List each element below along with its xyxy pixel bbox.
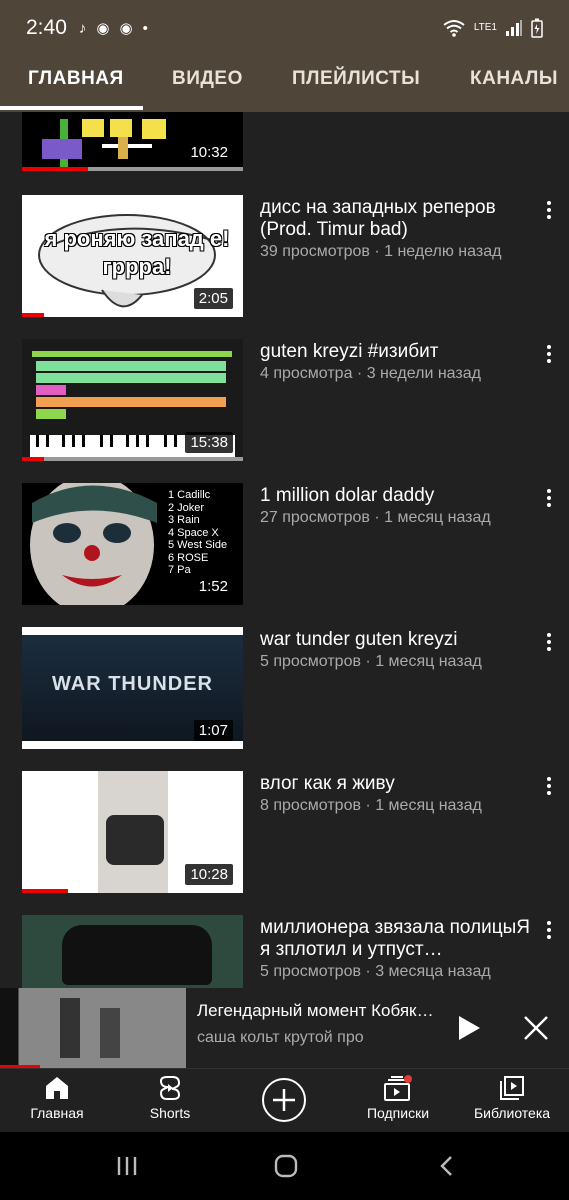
list-item[interactable]: 10:32 [0,112,569,173]
mini-player-thumbnail[interactable] [0,988,186,1068]
add-icon [262,1078,306,1122]
shorts-icon [159,1076,181,1100]
video-duration: 1:52 [193,576,233,597]
thumbnail-text: WAR THUNDER [52,673,213,695]
mini-player-title[interactable]: Легендарный момент Кобяко… [197,1001,442,1021]
nav-library[interactable]: Библиотека [457,1075,567,1121]
tab-channels[interactable]: КАНАЛЫ [470,68,558,90]
video-meta: 5 просмотров · 3 месяца назад [260,963,491,980]
nav-subscriptions[interactable]: Подписки [343,1075,453,1121]
mini-player-channel: саша кольт крутой про [197,1029,364,1046]
more-options-icon[interactable] [540,631,558,653]
video-thumbnail[interactable]: 10:32 [22,112,243,171]
home-button-icon[interactable] [273,1153,299,1179]
video-thumbnail[interactable]: 1 Cadillc 2 Joker 3 Rain 4 Space X 5 Wes… [22,483,243,605]
list-item[interactable]: я роняю запад е! грррa! 2:05 дисс на зап… [0,195,569,319]
video-title[interactable]: 1 million dolar daddy [260,485,530,507]
tab-playlists[interactable]: ПЛЕЙЛИСТЫ [292,68,420,90]
watch-progress [22,457,45,461]
recent-apps-icon[interactable] [116,1155,138,1177]
video-duration: 15:38 [185,432,233,453]
status-time: 2:40 [26,16,67,39]
home-icon [46,1077,68,1099]
video-thumbnail[interactable]: WAR THUNDER 1:07 [22,627,243,749]
more-options-icon[interactable] [540,343,558,365]
video-meta: 5 просмотров · 1 месяц назад [260,653,482,670]
signal-icon [506,20,522,36]
wifi-icon [443,20,465,37]
video-thumbnail[interactable] [22,915,243,990]
video-thumbnail[interactable]: я роняю запад е! грррa! 2:05 [22,195,243,317]
nav-shorts[interactable]: Shorts [115,1075,225,1121]
nav-home[interactable]: Главная [2,1075,112,1121]
dot-icon: • [142,19,148,37]
video-duration: 2:05 [193,288,233,309]
music-note-icon: ♪ [78,19,87,37]
video-title[interactable]: миллионера звязала полицыЯ я зплотил и у… [260,917,530,961]
library-icon [500,1076,524,1100]
tab-home[interactable]: ГЛАВНАЯ [28,68,124,90]
video-duration: 10:28 [185,864,233,885]
video-thumbnail[interactable]: 10:28 [22,771,243,893]
system-navigation-bar [0,1132,569,1200]
watch-progress [22,313,45,317]
more-options-icon[interactable] [540,919,558,941]
mini-player[interactable]: Легендарный момент Кобяко… саша кольт кр… [0,988,569,1068]
more-options-icon[interactable] [540,487,558,509]
more-options-icon[interactable] [540,199,558,221]
watch-progress [22,889,69,893]
video-meta: 8 просмотров · 1 месяц назад [260,797,482,814]
thumbnail-text: я роняю запад е! грррa! [44,226,230,279]
play-icon[interactable] [456,1014,482,1042]
video-duration: 1:07 [193,720,233,741]
close-icon[interactable] [520,1012,552,1044]
tab-videos[interactable]: ВИДЕО [172,68,243,90]
list-item[interactable]: миллионера звязала полицыЯ я зплотил и у… [0,915,569,990]
tracklist: 1 Cadillc 2 Joker 3 Rain 4 Space X 5 Wes… [168,489,228,576]
video-title[interactable]: влог как я живу [260,773,530,795]
bottom-navigation: Главная Shorts Подписки Библиотека [0,1068,569,1132]
list-item[interactable]: 1 Cadillc 2 Joker 3 Rain 4 Space X 5 Wes… [0,483,569,607]
chrome-icon: ◉ [96,20,110,37]
video-title[interactable]: guten kreyzi #изибит [260,341,530,363]
video-meta: 27 просмотров · 1 месяц назад [260,509,491,526]
list-item[interactable]: WAR THUNDER 1:07 war tunder guten kreyzi… [0,627,569,751]
video-duration: 10:32 [185,142,233,163]
more-options-icon[interactable] [540,775,558,797]
watch-progress [22,167,89,171]
video-meta: 4 просмотра · 3 недели назад [260,365,481,382]
video-feed[interactable]: 10:32 я роняю запад е! грррa! 2:05 дисс … [0,112,569,990]
network-type: LTE1 [473,22,497,33]
battery-icon [531,18,543,38]
video-thumbnail[interactable]: 15:38 [22,339,243,461]
active-tab-indicator [0,106,143,110]
video-meta: 39 просмотров · 1 неделю назад [260,243,502,260]
nav-create[interactable] [229,1077,339,1127]
subscriptions-icon [384,1075,412,1101]
chrome-icon: ◉ [119,20,133,37]
list-item[interactable]: 15:38 guten kreyzi #изибит 4 просмотра ·… [0,339,569,463]
video-title[interactable]: war tunder guten kreyzi [260,629,530,651]
channel-tabs: ГЛАВНАЯ ВИДЕО ПЛЕЙЛИСТЫ КАНАЛЫ [0,44,569,112]
back-icon[interactable] [438,1155,454,1177]
video-title[interactable]: дисс на западных реперов (Prod. Timur ba… [260,197,530,241]
list-item[interactable]: 10:28 влог как я живу 8 просмотров · 1 м… [0,771,569,895]
